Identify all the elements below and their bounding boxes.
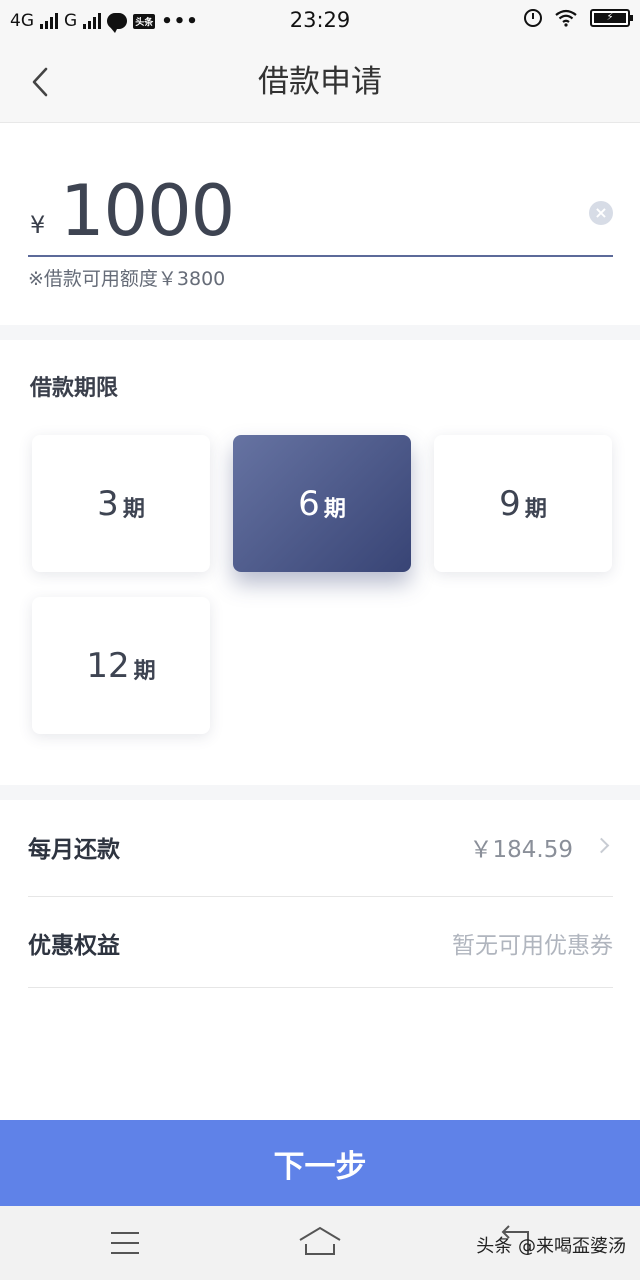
term-number: 6 (298, 483, 320, 524)
term-title: 借款期限 (30, 376, 119, 401)
term-option-6-selected[interactable]: 6期 (233, 435, 411, 572)
term-unit: 期 (524, 496, 547, 522)
menu-icon (111, 1232, 139, 1254)
alarm-icon (524, 9, 542, 27)
currency-symbol: ¥ (30, 211, 46, 239)
term-unit: 期 (122, 496, 145, 522)
term-number: 3 (97, 483, 119, 524)
home-button[interactable] (295, 1220, 345, 1266)
benefit-value: 暂无可用优惠券 (452, 933, 613, 959)
clear-icon[interactable]: × (589, 201, 613, 225)
monthly-repayment-value: ￥184.59 (469, 837, 573, 863)
status-bar: 4G G 头条 ••• 23:29 ⚡ (0, 0, 640, 42)
benefit-row[interactable]: 优惠权益 暂无可用优惠券 (28, 896, 613, 988)
term-unit: 期 (133, 658, 156, 684)
nav-bar: 借款申请 (0, 42, 640, 123)
term-number: 9 (499, 483, 521, 524)
section-divider (0, 325, 640, 340)
term-option-12[interactable]: 12 期 (32, 597, 210, 734)
term-option-9[interactable]: 9期 (434, 435, 612, 572)
term-section: 借款期限 3期 6期 9期 12 期 (0, 340, 640, 785)
details-section: 每月还款 ￥184.59 优惠权益 暂无可用优惠券 (0, 800, 640, 1120)
term-unit: 期 (323, 496, 346, 522)
section-divider (0, 785, 640, 800)
term-option-3[interactable]: 3期 (32, 435, 210, 572)
wifi-icon (555, 9, 577, 27)
watermark: 头条 @来喝盃婆汤 (476, 1236, 626, 1257)
page-title: 借款申请 (258, 64, 382, 100)
status-right: ⚡ (524, 9, 633, 27)
amount-row: ¥ × (28, 169, 613, 257)
term-number: 12 (86, 645, 130, 686)
next-step-button[interactable]: 下一步 (0, 1120, 640, 1206)
monthly-repayment-row[interactable]: 每月还款 ￥184.59 (28, 800, 613, 897)
available-limit-note: ※借款可用额度￥3800 (28, 268, 226, 290)
benefit-label: 优惠权益 (28, 933, 120, 959)
monthly-repayment-label: 每月还款 (28, 837, 120, 863)
amount-section: ¥ × ※借款可用额度￥3800 (0, 123, 640, 325)
amount-input[interactable] (60, 169, 480, 253)
chevron-right-icon (593, 837, 610, 854)
system-nav-bar: 头条 @来喝盃婆汤 (0, 1206, 640, 1280)
battery-charging-icon: ⚡ (590, 9, 633, 27)
home-icon (299, 1226, 341, 1255)
menu-button[interactable] (100, 1220, 150, 1266)
